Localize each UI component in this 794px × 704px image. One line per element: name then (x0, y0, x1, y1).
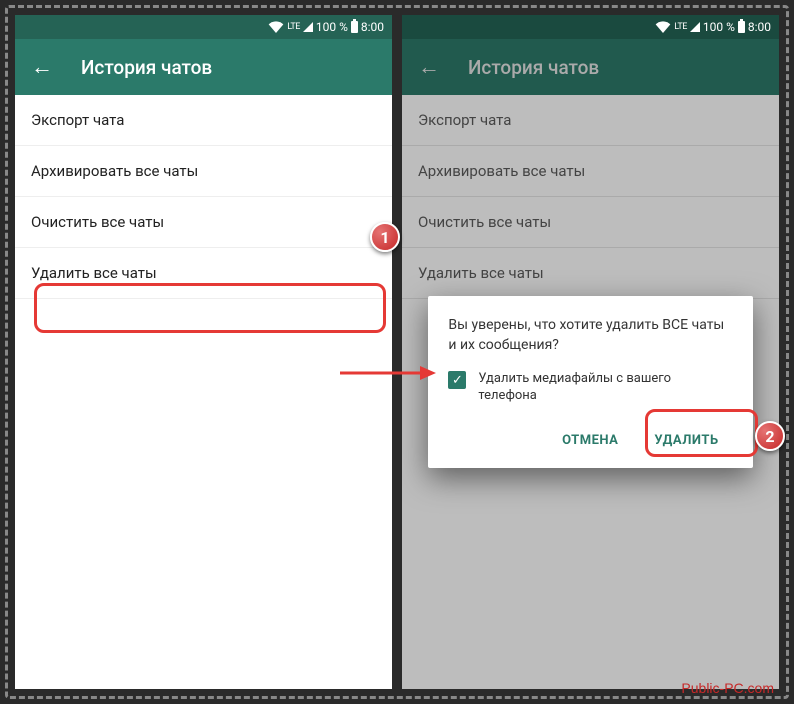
dialog-message: Вы уверены, что хотите удалить ВСЕ чаты … (448, 316, 732, 355)
clock: 8:00 (361, 20, 384, 34)
confirm-dialog: Вы уверены, что хотите удалить ВСЕ чаты … (428, 296, 752, 468)
back-arrow-icon[interactable]: ← (418, 54, 440, 80)
menu-export-chat[interactable]: Экспорт чата (15, 95, 392, 146)
menu-clear-all[interactable]: Очистить все чаты (15, 197, 392, 248)
lte-indicator: LTE (287, 22, 300, 32)
phone-screen-2: LTE 100 % 8:00 ← История чатов Экспорт ч… (402, 15, 779, 689)
dialog-actions: ОТМЕНА УДАЛИТЬ (448, 423, 732, 458)
settings-list: Экспорт чата Архивировать все чаты Очист… (15, 95, 392, 689)
watermark: Public-PC.com (681, 680, 774, 696)
menu-export-chat: Экспорт чата (402, 95, 779, 146)
battery-icon (351, 21, 358, 33)
menu-clear-all: Очистить все чаты (402, 197, 779, 248)
app-bar: ← История чатов (402, 39, 779, 95)
wifi-icon (655, 21, 671, 33)
step-badge-1: 1 (370, 222, 400, 252)
checkbox-icon[interactable]: ✓ (448, 371, 466, 389)
step-badge-2: 2 (755, 421, 785, 451)
status-bar: LTE 100 % 8:00 (15, 15, 392, 39)
dialog-checkbox-row[interactable]: ✓ Удалить медиафайлы с вашего телефона (448, 371, 732, 405)
page-title: История чатов (81, 56, 212, 79)
menu-delete-all: Удалить все чаты (402, 248, 779, 299)
phone-screen-1: LTE 100 % 8:00 ← История чатов Экспорт ч… (15, 15, 392, 689)
menu-archive-all[interactable]: Архивировать все чаты (15, 146, 392, 197)
page-title: История чатов (468, 56, 599, 79)
battery-icon (738, 21, 745, 33)
menu-archive-all: Архивировать все чаты (402, 146, 779, 197)
signal-icon (303, 22, 313, 32)
clock: 8:00 (748, 20, 771, 34)
app-bar: ← История чатов (15, 39, 392, 95)
back-arrow-icon[interactable]: ← (31, 54, 53, 80)
checkbox-label: Удалить медиафайлы с вашего телефона (478, 371, 732, 405)
signal-icon (690, 22, 700, 32)
battery-percent: 100 % (703, 20, 735, 34)
cancel-button[interactable]: ОТМЕНА (548, 423, 632, 458)
status-bar: LTE 100 % 8:00 (402, 15, 779, 39)
arrow-icon (338, 363, 438, 383)
wifi-icon (268, 21, 284, 33)
delete-button[interactable]: УДАЛИТЬ (640, 423, 732, 458)
battery-percent: 100 % (316, 20, 348, 34)
menu-delete-all[interactable]: Удалить все чаты (15, 248, 392, 299)
lte-indicator: LTE (674, 22, 687, 32)
